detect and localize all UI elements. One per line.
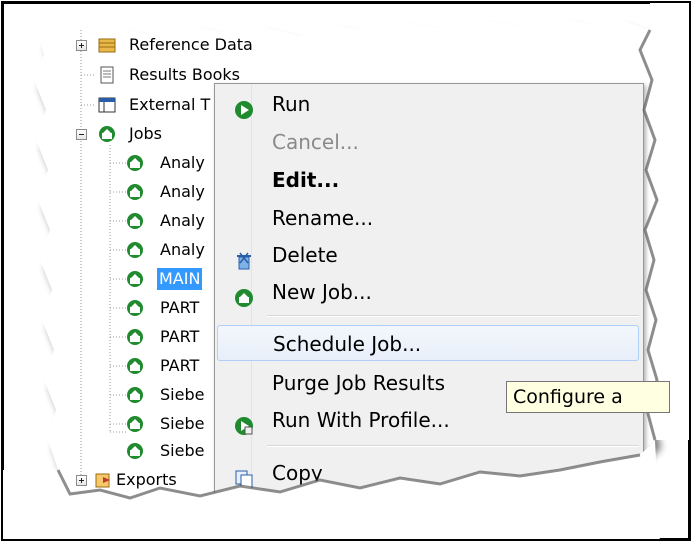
tooltip-text: Configure a <box>513 386 623 408</box>
tooltip: Configure a <box>506 381 670 413</box>
torn-edge-overlay <box>0 0 696 544</box>
